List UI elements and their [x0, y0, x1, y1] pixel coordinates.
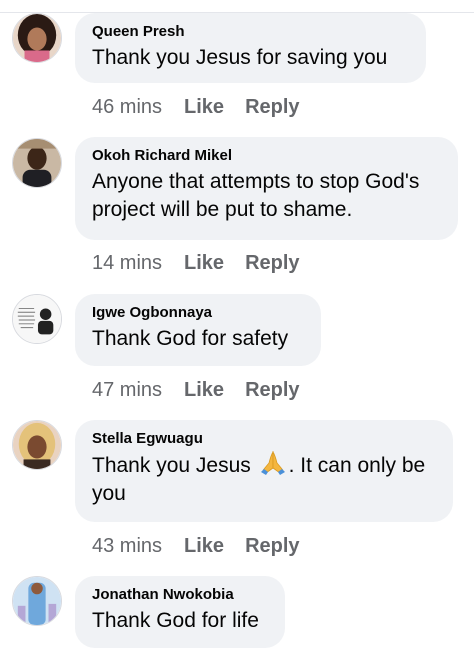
comment-meta: 46 mins Like Reply — [92, 95, 300, 119]
comment-text: Thank God for safety — [92, 327, 289, 350]
comment-text: Anyone that attempts to stop God's proje… — [92, 170, 420, 221]
like-button[interactable]: Like — [184, 96, 224, 118]
comment-bubble: Okoh Richard Mikel Anyone that attempts … — [75, 137, 458, 240]
comment-time[interactable]: 46 mins — [92, 96, 162, 118]
comment-author[interactable]: Queen Presh — [92, 23, 410, 41]
comment-text-start: Thank you Jesus — [92, 454, 251, 477]
comment-author[interactable]: Jonathan Nwokobia — [92, 586, 269, 604]
like-button[interactable]: Like — [184, 379, 224, 401]
avatar[interactable] — [12, 576, 62, 626]
reply-button[interactable]: Reply — [245, 379, 299, 401]
comment-author[interactable]: Stella Egwuagu — [92, 430, 437, 448]
comment-text: Thank you Jesus for saving you — [92, 46, 388, 69]
avatar[interactable] — [12, 138, 62, 188]
comment-meta: 43 mins Like Reply — [92, 534, 300, 558]
comment-text: Thank you Jesus . It can only be you — [92, 450, 437, 508]
avatar[interactable] — [12, 420, 62, 470]
avatar[interactable] — [12, 13, 62, 63]
like-button[interactable]: Like — [184, 252, 224, 274]
reply-button[interactable]: Reply — [245, 535, 299, 557]
comment-meta: 47 mins Like Reply — [92, 378, 300, 402]
like-button[interactable]: Like — [184, 535, 224, 557]
comment-time[interactable]: 14 mins — [92, 252, 162, 274]
comment-time[interactable]: 47 mins — [92, 379, 162, 401]
avatar[interactable] — [12, 294, 62, 344]
comment-bubble: Queen Presh Thank you Jesus for saving y… — [75, 13, 426, 83]
comment-bubble: Stella Egwuagu Thank you Jesus . It can … — [75, 420, 453, 522]
comment-author[interactable]: Igwe Ogbonnaya — [92, 304, 305, 322]
comment-time[interactable]: 43 mins — [92, 535, 162, 557]
reply-button[interactable]: Reply — [245, 252, 299, 274]
comment-author[interactable]: Okoh Richard Mikel — [92, 147, 442, 165]
folded-hands-icon — [258, 450, 288, 475]
comment-bubble: Igwe Ogbonnaya Thank God for safety — [75, 294, 321, 366]
comment-bubble: Jonathan Nwokobia Thank God for life — [75, 576, 285, 648]
comment-text: Thank God for life — [92, 609, 259, 632]
reply-button[interactable]: Reply — [245, 96, 299, 118]
comment-meta: 14 mins Like Reply — [92, 251, 300, 275]
